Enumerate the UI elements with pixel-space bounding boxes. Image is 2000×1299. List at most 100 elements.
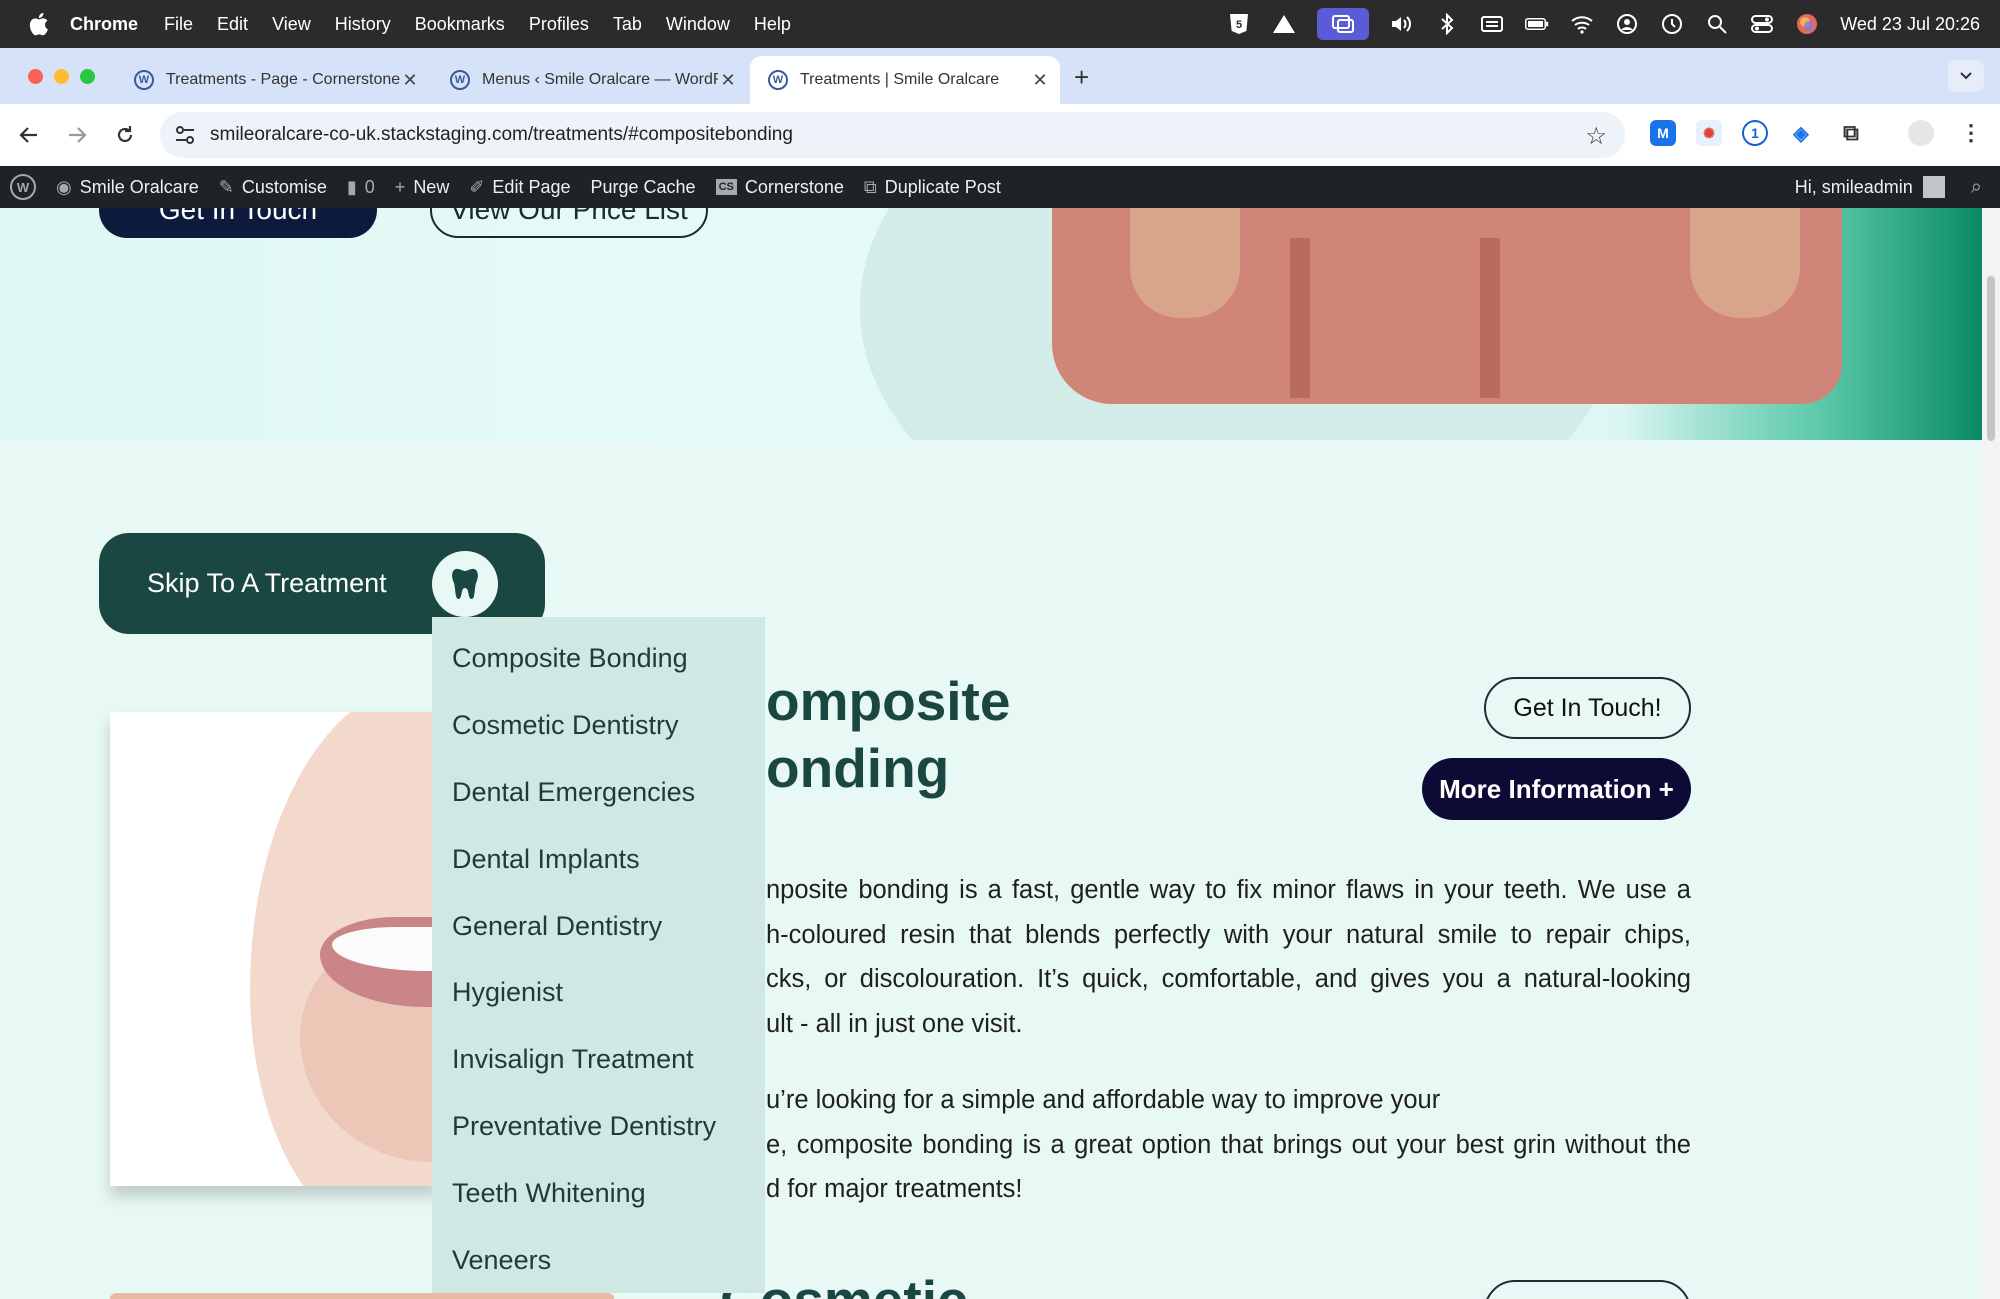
more-menu-icon[interactable]: ⋮ <box>1958 120 1984 146</box>
tab-label: Treatments - Page - Cornerstone <box>166 71 400 88</box>
profile-avatar-icon[interactable] <box>1908 120 1934 146</box>
wordpress-logo-icon[interactable]: W <box>10 174 36 200</box>
dropdown-item-preventative-dentistry[interactable]: Preventative Dentistry <box>432 1093 765 1160</box>
dropdown-item-teeth-whitening[interactable]: Teeth Whitening <box>432 1160 765 1227</box>
hero-price-list-button[interactable]: View Our Price List <box>430 208 708 238</box>
chrome-tab-strip: W Treatments - Page - Cornerstone ✕ W Me… <box>0 48 2000 104</box>
admin-bar-purge-label: Purge Cache <box>590 176 696 197</box>
control-center-icon[interactable] <box>1750 13 1774 35</box>
screen-mirroring-icon[interactable] <box>1317 8 1370 40</box>
spotlight-search-icon[interactable] <box>1705 13 1729 35</box>
tab-cornerstone-editor[interactable]: W Treatments - Page - Cornerstone ✕ <box>116 56 430 104</box>
bluetooth-icon[interactable] <box>1435 13 1459 35</box>
wp-admin-bar: W ◉ Smile Oralcare ✎ Customise ▮ 0 + New ✐ Ed… <box>0 166 2000 208</box>
menu-history[interactable]: History <box>335 14 391 35</box>
tab-close-icon[interactable]: ✕ <box>718 70 738 91</box>
window-zoom-button[interactable] <box>80 69 95 84</box>
cornerstone-logo-icon: CS <box>715 179 737 195</box>
tab-menus[interactable]: W Menus ‹ Smile Oralcare — WordPress ✕ <box>432 56 748 104</box>
admin-bar-new[interactable]: + New <box>395 177 450 198</box>
reload-icon <box>117 126 133 143</box>
admin-bar-duplicate-post[interactable]: ⧉ Duplicate Post <box>864 177 1001 198</box>
dropdown-item-cosmetic-dentistry[interactable]: Cosmetic Dentistry <box>432 692 765 759</box>
dropdown-item-general-dentistry[interactable]: General Dentistry <box>432 893 765 960</box>
next-section-button[interactable] <box>1484 1280 1691 1299</box>
description-paragraph-2: u’re looking for a simple and affordable… <box>766 1078 1691 1212</box>
site-settings-icon[interactable] <box>174 124 196 146</box>
admin-bar-purge-cache[interactable]: Purge Cache <box>590 177 695 198</box>
dropdown-item-dental-emergencies[interactable]: Dental Emergencies <box>432 759 765 826</box>
admin-bar-greeting[interactable]: Hi, smileadmin <box>1795 177 1913 198</box>
tab-treatments-active[interactable]: W Treatments | Smile Oralcare ✕ <box>750 56 1060 104</box>
page-viewport: Get In Touch View Our Price List omposit… <box>0 208 1982 1299</box>
dropdown-item-invisalign-treatment[interactable]: Invisalign Treatment <box>432 1026 765 1093</box>
siri-icon[interactable] <box>1795 13 1819 35</box>
extension-m-icon[interactable]: M <box>1650 120 1676 146</box>
description-paragraph-1: nposite bonding is a fast, gentle way to… <box>766 868 1691 1046</box>
hero-get-in-touch-button[interactable]: Get In Touch <box>99 208 377 238</box>
wordpress-favicon-icon: W <box>768 70 788 90</box>
tab-close-icon[interactable]: ✕ <box>400 70 420 91</box>
hero-section: Get In Touch View Our Price List <box>0 208 1982 440</box>
extension-sun-icon[interactable]: ✺ <box>1696 120 1722 146</box>
menubar-clock[interactable]: Wed 23 Jul 20:26 <box>1840 14 1980 35</box>
admin-bar-comments[interactable]: ▮ 0 <box>347 177 375 198</box>
keyboard-icon[interactable] <box>1480 13 1504 35</box>
scrollbar-thumb[interactable] <box>1987 276 1995 441</box>
tab-search-button[interactable] <box>1948 60 1984 92</box>
page-scrollbar[interactable] <box>1982 208 2000 1299</box>
admin-bar-customise-label: Customise <box>241 176 327 197</box>
admin-bar-site[interactable]: ◉ Smile Oralcare <box>56 177 199 198</box>
admin-bar-cornerstone[interactable]: CS Cornerstone <box>715 177 844 198</box>
menu-file[interactable]: File <box>164 14 193 35</box>
battery-icon[interactable] <box>1525 13 1549 35</box>
time-machine-icon[interactable] <box>1660 13 1684 35</box>
menu-bookmarks[interactable]: Bookmarks <box>415 14 505 35</box>
admin-bar-search-icon[interactable]: ⌕ <box>1971 176 1982 199</box>
admin-avatar[interactable] <box>1922 176 1945 198</box>
volume-icon[interactable] <box>1390 13 1414 35</box>
wifi-icon[interactable] <box>1570 13 1594 35</box>
apple-icon[interactable] <box>26 11 50 37</box>
html5-icon[interactable]: 5 <box>1227 13 1251 35</box>
get-in-touch-button[interactable]: Get In Touch! <box>1484 677 1691 739</box>
new-tab-button[interactable]: + <box>1074 62 1089 93</box>
admin-bar-edit-page[interactable]: ✐ Edit Page <box>469 177 570 198</box>
menu-help[interactable]: Help <box>754 14 791 35</box>
brush-icon: ✎ <box>218 176 234 197</box>
extensions-puzzle-icon[interactable]: ⧉ <box>1838 120 1864 146</box>
tab-label: Menus ‹ Smile Oralcare — WordPress <box>482 71 718 88</box>
wordpress-favicon-icon: W <box>134 70 154 90</box>
menu-window[interactable]: Window <box>666 14 730 35</box>
dropdown-item-composite-bonding[interactable]: Composite Bonding <box>432 625 765 692</box>
dropdown-item-veneers[interactable]: Veneers <box>432 1227 765 1294</box>
menu-app-chrome[interactable]: Chrome <box>70 14 138 35</box>
paragraph-line: nposite bonding is a fast, gentle way to… <box>766 876 1691 904</box>
tab-close-icon[interactable]: ✕ <box>1030 70 1050 91</box>
window-close-button[interactable] <box>28 69 43 84</box>
dropdown-item-hygienist[interactable]: Hygienist <box>432 959 765 1026</box>
more-information-button[interactable]: More Information + <box>1422 758 1691 820</box>
menu-view[interactable]: View <box>272 14 311 35</box>
menu-edit[interactable]: Edit <box>217 14 248 35</box>
dropdown-item-dental-implants[interactable]: Dental Implants <box>432 826 765 893</box>
menu-profiles[interactable]: Profiles <box>529 14 589 35</box>
paragraph-line: h-coloured resin that blends perfectly w… <box>766 920 1691 949</box>
tag-extension-icon[interactable]: ◈ <box>1788 120 1814 146</box>
bookmark-star-icon[interactable]: ☆ <box>1585 122 1607 151</box>
reload-button[interactable] <box>110 120 140 150</box>
user-account-icon[interactable] <box>1615 13 1639 35</box>
forward-button[interactable] <box>62 120 92 150</box>
chevron-down-icon <box>1960 72 1972 80</box>
url-text[interactable]: smileoralcare-co-uk.stackstaging.com/tre… <box>210 124 793 146</box>
drive-icon[interactable] <box>1272 13 1296 35</box>
menu-tab[interactable]: Tab <box>613 14 642 35</box>
tab-label: Treatments | Smile Oralcare <box>800 71 1000 88</box>
address-bar[interactable]: smileoralcare-co-uk.stackstaging.com/tre… <box>160 112 1625 158</box>
window-minimize-button[interactable] <box>54 69 69 84</box>
back-button[interactable] <box>14 120 44 150</box>
admin-bar-customise[interactable]: ✎ Customise <box>219 177 327 198</box>
password-manager-icon[interactable]: 1 <box>1742 120 1768 146</box>
chrome-toolbar: smileoralcare-co-uk.stackstaging.com/tre… <box>0 104 2000 166</box>
dashboard-icon: ◉ <box>56 176 72 197</box>
